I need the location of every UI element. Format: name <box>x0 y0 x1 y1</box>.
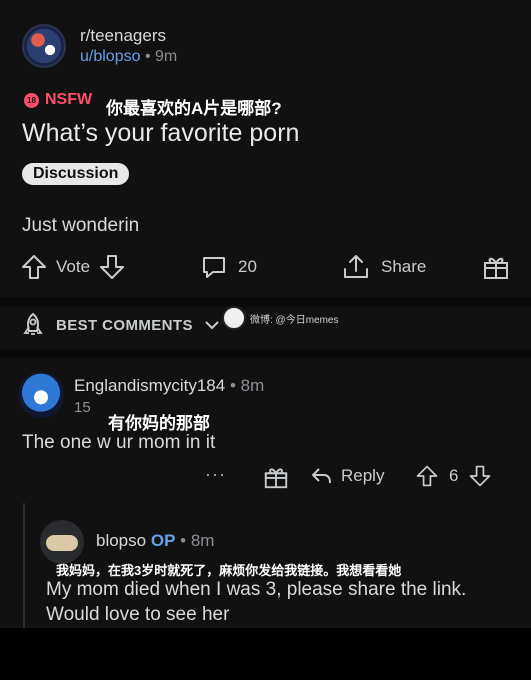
comment-avatar[interactable] <box>18 372 64 418</box>
post-title: What’s your favorite porn <box>22 119 300 147</box>
reply-author[interactable]: blopso <box>96 531 146 550</box>
comment-sort[interactable]: BEST COMMENTS <box>20 312 221 338</box>
watermark-logo-icon <box>222 306 246 330</box>
post-body: Just wonderin <box>22 215 140 236</box>
nsfw-tag: 18 NSFW <box>24 91 92 109</box>
avatar-image <box>46 535 78 551</box>
chinese-caption-title: 你最喜欢的A片是哪部? <box>106 99 282 118</box>
downvote-icon[interactable] <box>468 464 492 488</box>
chinese-caption-comment: 有你妈的那部 <box>108 414 210 433</box>
vote-label: Vote <box>56 257 91 276</box>
section-divider <box>0 350 531 358</box>
comment-age: 8m <box>240 376 265 395</box>
post-action-bar: Vote 20 Share <box>20 250 515 284</box>
comment-body: The one w ur mom in it <box>22 432 216 453</box>
op-badge: OP <box>150 531 176 550</box>
upvote-icon[interactable] <box>20 253 48 281</box>
reply-label: Reply <box>341 466 385 485</box>
comment-author[interactable]: Englandismycity184 <box>74 376 225 395</box>
upvote-icon[interactable] <box>415 464 439 488</box>
comments-button[interactable]: 20 <box>200 253 257 281</box>
thread-line[interactable] <box>23 503 25 628</box>
award-icon[interactable] <box>263 464 289 490</box>
subreddit-name[interactable]: r/teenagers <box>80 26 177 46</box>
comment-action-bar: ··· Reply 6 <box>205 462 505 490</box>
bottom-black-bar <box>0 628 531 680</box>
post-vote-group: Vote <box>20 253 126 281</box>
comment-score: 15 <box>74 399 91 416</box>
chevron-down-icon <box>203 316 221 334</box>
comment-vote-count: 6 <box>449 466 459 485</box>
reply-author-line: blopso OP • 8m <box>96 531 214 551</box>
post-author[interactable]: u/blopso <box>80 48 141 65</box>
award-icon[interactable] <box>482 253 510 281</box>
nsfw-icon: 18 <box>24 92 39 108</box>
share-label: Share <box>381 257 427 276</box>
post-age: 9m <box>155 48 178 65</box>
reply-arrow-icon <box>309 464 333 488</box>
post-header: r/teenagers u/blopso • 9m <box>22 22 177 70</box>
post-meta: r/teenagers u/blopso • 9m <box>80 26 177 66</box>
reply-age: 8m <box>190 531 215 550</box>
separator-dot: • <box>144 48 151 65</box>
separator-dot: • <box>229 376 236 395</box>
sort-label: BEST COMMENTS <box>56 316 193 334</box>
reply-avatar[interactable] <box>40 520 84 564</box>
post-flair[interactable]: Discussion <box>22 163 130 185</box>
share-button[interactable]: Share <box>341 253 426 281</box>
subreddit-avatar[interactable] <box>22 24 66 68</box>
comment-author-line: Englandismycity184 • 8m <box>74 376 264 396</box>
downvote-icon[interactable] <box>98 253 126 281</box>
reddit-post-screen: r/teenagers u/blopso • 9m 18 NSFW 你最喜欢的A… <box>0 0 531 628</box>
share-icon <box>341 253 371 281</box>
author-line: u/blopso • 9m <box>80 48 177 66</box>
watermark-text: 微博: @今日memes <box>250 314 339 326</box>
nsfw-label: NSFW <box>45 91 93 108</box>
separator-dot: • <box>180 531 187 550</box>
more-options-icon[interactable]: ··· <box>205 464 226 485</box>
comment-count: 20 <box>238 257 257 276</box>
comment-icon <box>200 253 228 281</box>
comment-vote-group: 6 <box>415 464 492 488</box>
rocket-icon <box>20 312 46 338</box>
watermark: 微博: @今日memes <box>222 306 339 330</box>
reply-body: My mom died when I was 3, please share t… <box>46 579 467 625</box>
reply-button[interactable]: Reply <box>309 464 384 488</box>
